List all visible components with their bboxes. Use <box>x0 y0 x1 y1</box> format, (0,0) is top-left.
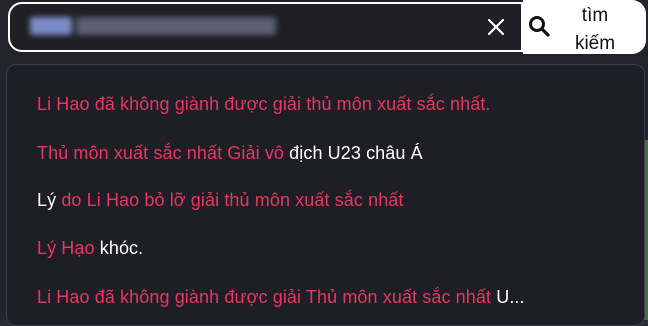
suggestion-rest: địch U23 châu Á <box>289 143 423 163</box>
suggestion-item[interactable]: Lý do Li Hao bỏ lỡ giải thủ môn xuất sắc… <box>37 189 404 211</box>
suggestion-item[interactable]: Lý Hạo khóc. <box>37 237 143 259</box>
suggestion-dropdown: Li Hao đã không giành được giải thủ môn … <box>6 64 645 326</box>
suggestion-highlight: Lý Hạo <box>37 238 100 258</box>
suggestion-prefix: Lý <box>37 190 62 210</box>
suggestion-item[interactable]: Li Hao đã không giành được giải thủ môn … <box>37 93 491 115</box>
suggestion-highlight: Li Hao đã không giành được giải Thủ môn … <box>37 287 497 307</box>
suggestion-item[interactable]: Thủ môn xuất sắc nhất Giải vô địch U23 c… <box>37 142 423 164</box>
suggestion-highlight: Thủ môn xuất sắc nhất Giải vô <box>37 143 290 163</box>
search-icon <box>529 16 550 37</box>
close-icon <box>487 18 505 36</box>
search-button-label: tìm kiếm <box>574 5 616 54</box>
suggestion-rest: U... <box>496 287 525 307</box>
suggestion-rest: khóc. <box>99 238 144 258</box>
suggestion-highlight: do Li Hao bỏ lỡ giải thủ môn xuất sắc nh… <box>61 190 404 210</box>
clear-button[interactable] <box>483 14 509 40</box>
suggestion-item[interactable]: Li Hao đã không giành được giải Thủ môn … <box>37 286 525 308</box>
blurred-query <box>30 17 276 37</box>
suggestion-highlight: Li Hao đã không giành được giải thủ môn … <box>37 94 491 114</box>
search-button[interactable]: tìm kiếm <box>523 0 646 54</box>
search-input[interactable] <box>8 2 523 52</box>
